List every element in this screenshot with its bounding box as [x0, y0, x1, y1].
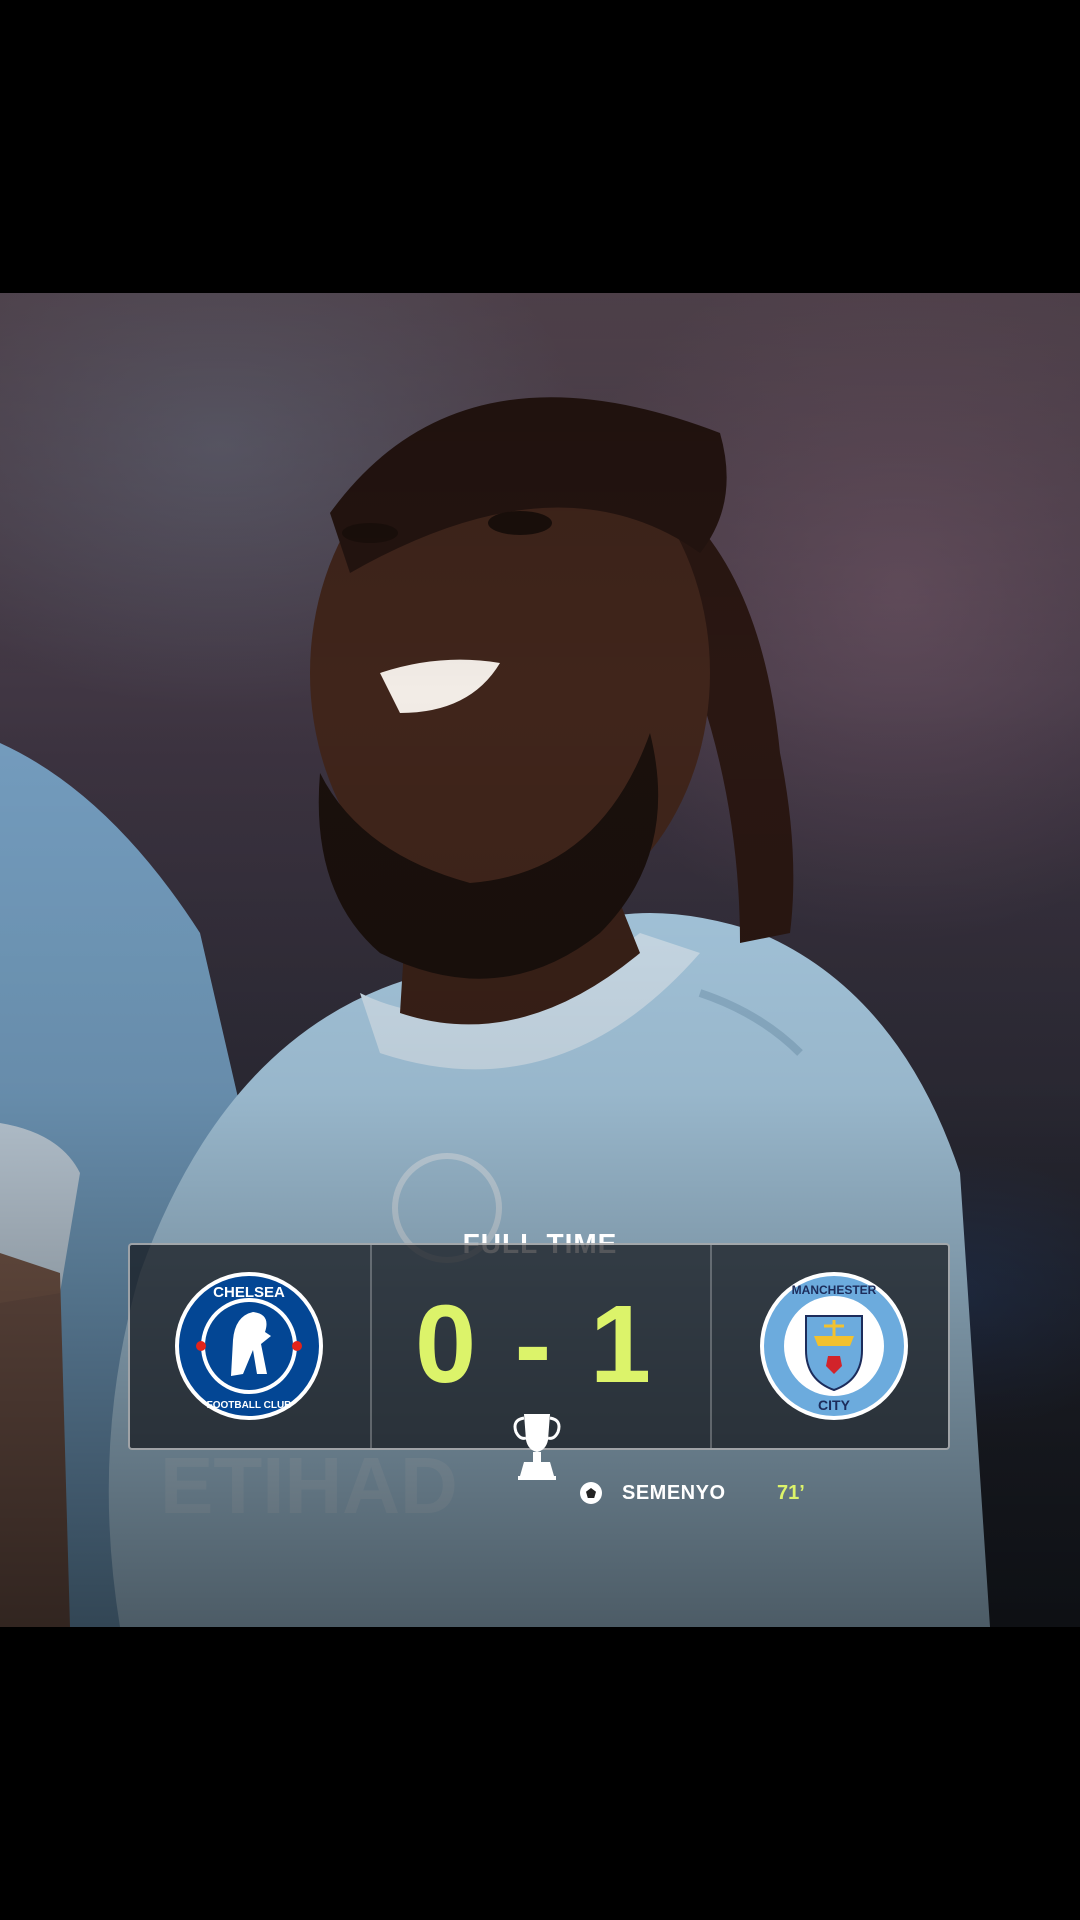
letterbox-top [0, 0, 1080, 293]
goal-scorer-row: SEMENYO 71’ [580, 1476, 805, 1510]
letterbox-bottom [0, 1627, 1080, 1920]
svg-text:CHELSEA: CHELSEA [213, 1284, 285, 1301]
manchester-city-crest-icon: MANCHESTER CITY [760, 1272, 908, 1420]
score-card-divider-right [710, 1245, 712, 1448]
scorer-name: SEMENYO [622, 1481, 726, 1504]
svg-text:CITY: CITY [818, 1397, 851, 1413]
svg-text:MANCHESTER: MANCHESTER [792, 1283, 877, 1297]
match-score: 0 - 1 [414, 1283, 656, 1406]
chelsea-crest-icon: CHELSEA FOOTBALL CLUB [175, 1272, 323, 1420]
svg-text:FOOTBALL CLUB: FOOTBALL CLUB [207, 1400, 292, 1411]
fa-cup-trophy-icon [513, 1414, 561, 1480]
football-icon [580, 1482, 602, 1504]
goal-minute: 71’ [777, 1481, 805, 1504]
